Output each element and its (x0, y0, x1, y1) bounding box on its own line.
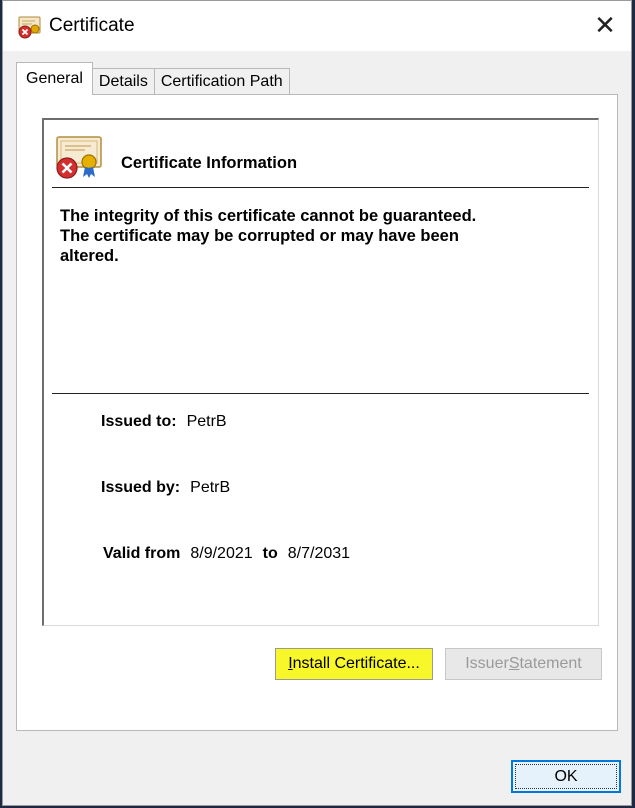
issued-to-row: Issued to: PetrB (101, 413, 227, 431)
certificate-info-panel: Certificate Information The integrity of… (42, 118, 599, 626)
window-title: Certificate (49, 15, 135, 36)
valid-to-value: 8/7/2031 (287, 545, 351, 562)
issuer-label-rest: tatement (519, 655, 582, 672)
warning-line-1: The integrity of this certificate cannot… (60, 207, 477, 225)
tab-details[interactable]: Details (91, 68, 155, 95)
ok-focus-rect (515, 764, 617, 789)
install-certificate-button[interactable]: Install Certificate... (275, 648, 433, 680)
issued-to-value: PetrB (186, 413, 227, 430)
warning-line-2: The certificate may be corrupted or may … (60, 227, 459, 245)
certificate-dialog: Certificate ✕ General Details Certificat… (2, 0, 632, 806)
valid-from-label: Valid from (103, 545, 181, 562)
issued-by-value: PetrB (190, 479, 231, 496)
ok-button[interactable]: OK (511, 760, 621, 793)
divider-top (52, 187, 589, 188)
close-button[interactable]: ✕ (585, 7, 625, 45)
valid-from-value: 8/9/2021 (190, 545, 253, 562)
issued-by-row: Issued by: PetrB (101, 479, 230, 497)
valid-to-label: to (262, 545, 278, 562)
install-label: nstall Certificate... (292, 655, 420, 672)
validity-row: Valid from 8/9/2021 to 8/7/2031 (103, 545, 350, 563)
issued-by-label: Issued by: (101, 479, 181, 496)
tab-strip: General Details Certification Path (16, 62, 290, 95)
certificate-error-icon (18, 16, 41, 39)
certificate-error-icon (56, 136, 102, 179)
issuer-statement-button[interactable]: Issuer Statement (445, 648, 602, 680)
integrity-warning: The integrity of this certificate cannot… (60, 206, 560, 266)
issuer-label-pre: Issuer (465, 655, 509, 672)
warning-line-3: altered. (60, 247, 119, 265)
tab-certification-path[interactable]: Certification Path (153, 68, 290, 95)
certificate-info-heading: Certificate Information (121, 154, 298, 172)
general-tab-page: Certificate Information The integrity of… (16, 94, 618, 731)
issuer-accelerator: S (508, 655, 520, 672)
tab-general[interactable]: General (16, 62, 93, 95)
title-bar: Certificate ✕ (3, 1, 631, 51)
divider-bottom (52, 393, 589, 394)
close-icon: ✕ (594, 11, 616, 41)
issued-to-label: Issued to: (101, 413, 177, 430)
